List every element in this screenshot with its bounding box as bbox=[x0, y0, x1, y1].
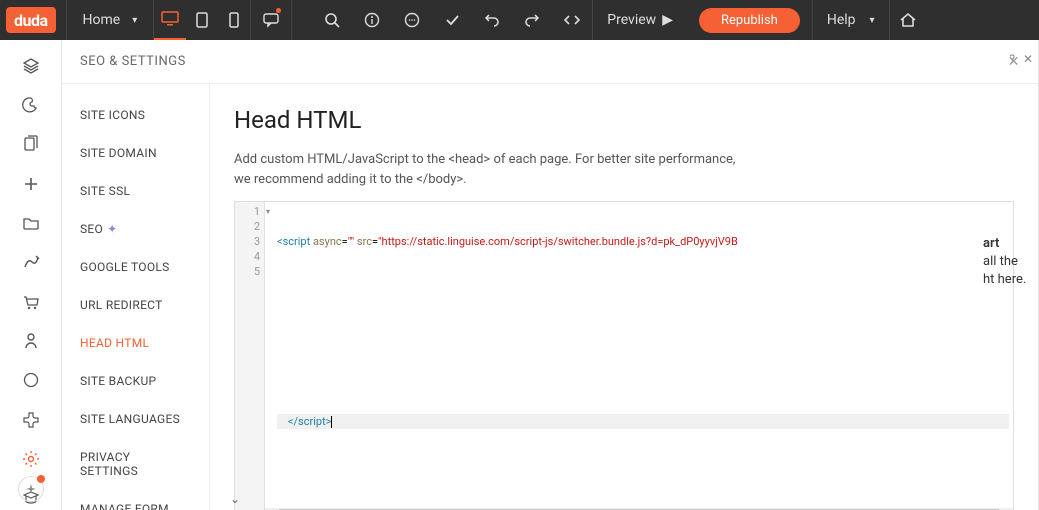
nav-site-icons[interactable]: SITE ICONS bbox=[62, 96, 209, 134]
help-label: Help bbox=[827, 12, 856, 28]
redo-icon[interactable] bbox=[512, 0, 552, 40]
personalize-icon[interactable] bbox=[19, 251, 43, 274]
nav-google-tools[interactable]: GOOGLE TOOLS bbox=[62, 248, 209, 286]
notification-dot-icon bbox=[276, 8, 281, 13]
code-editor[interactable]: 1 2 3 4 5 <script async="" src="https://… bbox=[234, 201, 1014, 510]
line-number: 4 bbox=[235, 249, 260, 264]
palette-icon[interactable] bbox=[19, 93, 43, 116]
code-line: </script> bbox=[277, 414, 1009, 429]
code-gutter: 1 2 3 4 5 bbox=[235, 202, 265, 510]
body-area: SEO & SETTINGS ✕ SITE ICONS SITE DOMAIN … bbox=[0, 40, 1039, 510]
line-number: 5 bbox=[235, 264, 260, 279]
line-number: 2 bbox=[235, 219, 260, 234]
dev-mode-icon[interactable] bbox=[552, 0, 592, 40]
panel-title: SEO & SETTINGS bbox=[80, 54, 186, 69]
undo-icon[interactable] bbox=[472, 0, 512, 40]
nav-manage-form[interactable]: MANAGE FORM bbox=[62, 490, 209, 510]
nav-head-html[interactable]: HEAD HTML bbox=[62, 324, 209, 362]
ecommerce-icon[interactable] bbox=[19, 290, 43, 313]
code-line bbox=[277, 369, 1009, 384]
page-dropdown-label: Home bbox=[83, 12, 121, 28]
nav-seo[interactable]: SEO✦ bbox=[62, 210, 209, 248]
chevron-down-icon: ▾ bbox=[132, 15, 137, 26]
play-icon: ▶ bbox=[662, 12, 673, 28]
layers-icon[interactable] bbox=[19, 54, 43, 77]
comments-icon[interactable] bbox=[251, 0, 291, 40]
code-line: <script async="" src="https://static.lin… bbox=[277, 234, 1009, 249]
notification-dot-icon bbox=[37, 475, 45, 483]
code-line bbox=[277, 324, 1009, 339]
preview-label: Preview bbox=[607, 12, 656, 28]
nav-site-backup[interactable]: SITE BACKUP bbox=[62, 362, 209, 400]
left-rail bbox=[0, 40, 62, 510]
nav-site-domain[interactable]: SITE DOMAIN bbox=[62, 134, 209, 172]
ai-assistant-icon[interactable] bbox=[18, 476, 44, 502]
separator bbox=[291, 0, 292, 40]
nav-site-ssl[interactable]: SITE SSL bbox=[62, 172, 209, 210]
add-icon[interactable] bbox=[19, 172, 43, 195]
settings-gear-icon[interactable] bbox=[19, 447, 43, 470]
info-icon[interactable] bbox=[352, 0, 392, 40]
chevron-down-icon[interactable]: ⌄ bbox=[230, 492, 240, 506]
members-icon[interactable] bbox=[19, 329, 43, 352]
line-number: 1 bbox=[235, 204, 260, 219]
republish-button[interactable]: Republish bbox=[699, 8, 800, 33]
panel-body: SITE ICONS SITE DOMAIN SITE SSL SEO✦ GOO… bbox=[62, 84, 1038, 510]
page-description: Add custom HTML/JavaScript to the <head>… bbox=[234, 150, 754, 189]
desktop-device-icon[interactable] bbox=[154, 0, 186, 40]
sparkle-icon: ✦ bbox=[107, 222, 117, 236]
page-dropdown[interactable]: Home ▾ bbox=[67, 0, 154, 40]
brand-logo[interactable]: duda bbox=[6, 7, 56, 33]
code-line bbox=[277, 279, 1009, 294]
top-bar: duda Home ▾ bbox=[0, 0, 1039, 40]
close-icon[interactable]: ✕ bbox=[1008, 54, 1020, 70]
page-title: Head HTML bbox=[234, 106, 1014, 134]
nav-url-redirect[interactable]: URL REDIRECT bbox=[62, 286, 209, 324]
blog-icon[interactable] bbox=[19, 369, 43, 392]
panel-main: Head HTML Add custom HTML/JavaScript to … bbox=[210, 84, 1038, 510]
chat-icon[interactable] bbox=[392, 0, 432, 40]
chevron-down-icon: ▾ bbox=[870, 15, 875, 26]
folder-icon[interactable] bbox=[19, 211, 43, 234]
home-icon[interactable] bbox=[890, 0, 926, 40]
preview-button[interactable]: Preview ▶ bbox=[593, 0, 687, 40]
nav-site-languages[interactable]: SITE LANGUAGES bbox=[62, 400, 209, 438]
text-cursor-icon bbox=[331, 416, 332, 428]
device-switcher bbox=[154, 0, 250, 40]
settings-panel: SEO & SETTINGS ✕ SITE ICONS SITE DOMAIN … bbox=[62, 40, 1039, 510]
checkmark-icon[interactable] bbox=[432, 0, 472, 40]
mobile-device-icon[interactable] bbox=[218, 0, 250, 40]
tablet-device-icon[interactable] bbox=[186, 0, 218, 40]
apps-icon[interactable] bbox=[19, 408, 43, 431]
nav-privacy-settings[interactable]: PRIVACY SETTINGS bbox=[62, 438, 209, 490]
settings-nav: SITE ICONS SITE DOMAIN SITE SSL SEO✦ GOO… bbox=[62, 84, 210, 510]
search-icon[interactable] bbox=[312, 0, 352, 40]
panel-header: SEO & SETTINGS ✕ bbox=[62, 40, 1038, 84]
line-number: 3 bbox=[235, 234, 260, 249]
pages-icon[interactable] bbox=[19, 133, 43, 156]
code-content[interactable]: <script async="" src="https://static.lin… bbox=[265, 202, 1013, 510]
help-dropdown[interactable]: Help ▾ bbox=[813, 0, 889, 40]
